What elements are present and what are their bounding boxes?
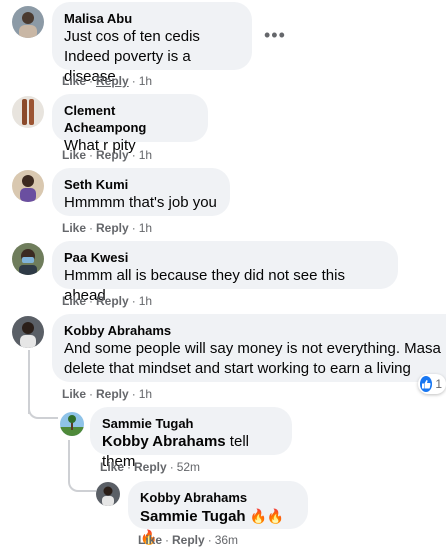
avatar-sammie-tugah[interactable]	[60, 412, 84, 436]
reply-author[interactable]: Kobby Abrahams	[140, 489, 296, 506]
comment-actions: Like · Reply · 1h	[62, 221, 153, 235]
comment-author[interactable]: Clement Acheampong	[64, 102, 196, 136]
comment-text: delete that mindset and start working to…	[64, 360, 411, 377]
reply-author[interactable]: Sammie Tugah	[102, 415, 280, 432]
avatar-seth-kumi[interactable]	[12, 170, 44, 202]
reply-button[interactable]: Reply	[96, 221, 129, 235]
reply-actions: Like · Reply · 52m	[100, 460, 201, 474]
timestamp[interactable]: 1h	[139, 387, 152, 401]
comment-actions: Like · Reply · 1h	[62, 387, 153, 401]
reply-connector	[28, 405, 58, 419]
timestamp[interactable]: 1h	[139, 221, 152, 235]
like-button[interactable]: Like	[62, 387, 86, 401]
comment-bubble-2: Clement Acheampong What r pity	[52, 94, 208, 154]
reply-button[interactable]: Reply	[96, 387, 129, 401]
comment-author[interactable]: Paa Kwesi	[64, 249, 386, 266]
comment-actions: Like · Reply · 1h	[62, 74, 153, 88]
like-button[interactable]: Like	[62, 294, 86, 308]
comment-author[interactable]: Kobby Abrahams	[64, 322, 434, 339]
timestamp[interactable]: 36m	[215, 533, 238, 547]
avatar-malisa-abu[interactable]	[12, 6, 44, 38]
comment-bubble-3: Seth Kumi Hmmmm that's job you	[52, 168, 230, 216]
timestamp[interactable]: 1h	[139, 294, 152, 308]
avatar-kobby-abrahams[interactable]	[12, 316, 44, 348]
avatar-kobby-abrahams-reply[interactable]	[96, 482, 120, 506]
reply-button[interactable]: Reply	[96, 294, 129, 308]
avatar-clement-acheampong[interactable]	[12, 96, 44, 128]
reply-bubble-2: Kobby Abrahams Sammie Tugah 🔥🔥🔥	[128, 481, 308, 545]
reply-actions: Like · Reply · 36m	[138, 533, 239, 547]
more-options-icon[interactable]: •••	[264, 26, 286, 44]
timestamp[interactable]: 1h	[139, 74, 152, 88]
reply-bubble-1: Sammie Tugah Kobby Abrahams tell them	[90, 407, 292, 470]
like-button[interactable]: Like	[62, 221, 86, 235]
reply-button[interactable]: Reply	[96, 148, 129, 162]
like-button[interactable]: Like	[62, 148, 86, 162]
comment-bubble-5: Kobby Abrahams And some people will say …	[52, 314, 446, 382]
mention-link[interactable]: Kobby Abrahams	[102, 433, 226, 450]
like-button[interactable]: Like	[100, 460, 124, 474]
comment-text: Hmmmm that's job you	[64, 194, 217, 211]
comment-author[interactable]: Malisa Abu	[64, 10, 240, 27]
timestamp[interactable]: 52m	[177, 460, 200, 474]
comment-actions: Like · Reply · 1h	[62, 148, 153, 162]
reaction-summary[interactable]: 1	[418, 374, 446, 394]
mention-link[interactable]: Sammie Tugah	[140, 508, 246, 525]
reply-button[interactable]: Reply	[96, 74, 129, 88]
reply-thread-line	[68, 440, 70, 482]
comment-actions: Like · Reply · 1h	[62, 294, 153, 308]
like-button[interactable]: Like	[138, 533, 162, 547]
reaction-count: 1	[435, 377, 442, 391]
avatar-paa-kwesi[interactable]	[12, 243, 44, 275]
comment-text: Just cos of ten cedis	[64, 28, 200, 45]
timestamp[interactable]: 1h	[139, 148, 152, 162]
reply-button[interactable]: Reply	[172, 533, 205, 547]
like-reaction-icon	[420, 376, 433, 392]
reply-button[interactable]: Reply	[134, 460, 167, 474]
comment-bubble-4: Paa Kwesi Hmmm all is because they did n…	[52, 241, 398, 304]
comment-bubble-1: Malisa Abu Just cos of ten cedis Indeed …	[52, 2, 252, 85]
comment-author[interactable]: Seth Kumi	[64, 176, 218, 193]
comment-text: And some people will say money is not ev…	[64, 340, 441, 357]
like-button[interactable]: Like	[62, 74, 86, 88]
reply-connector	[68, 478, 96, 492]
